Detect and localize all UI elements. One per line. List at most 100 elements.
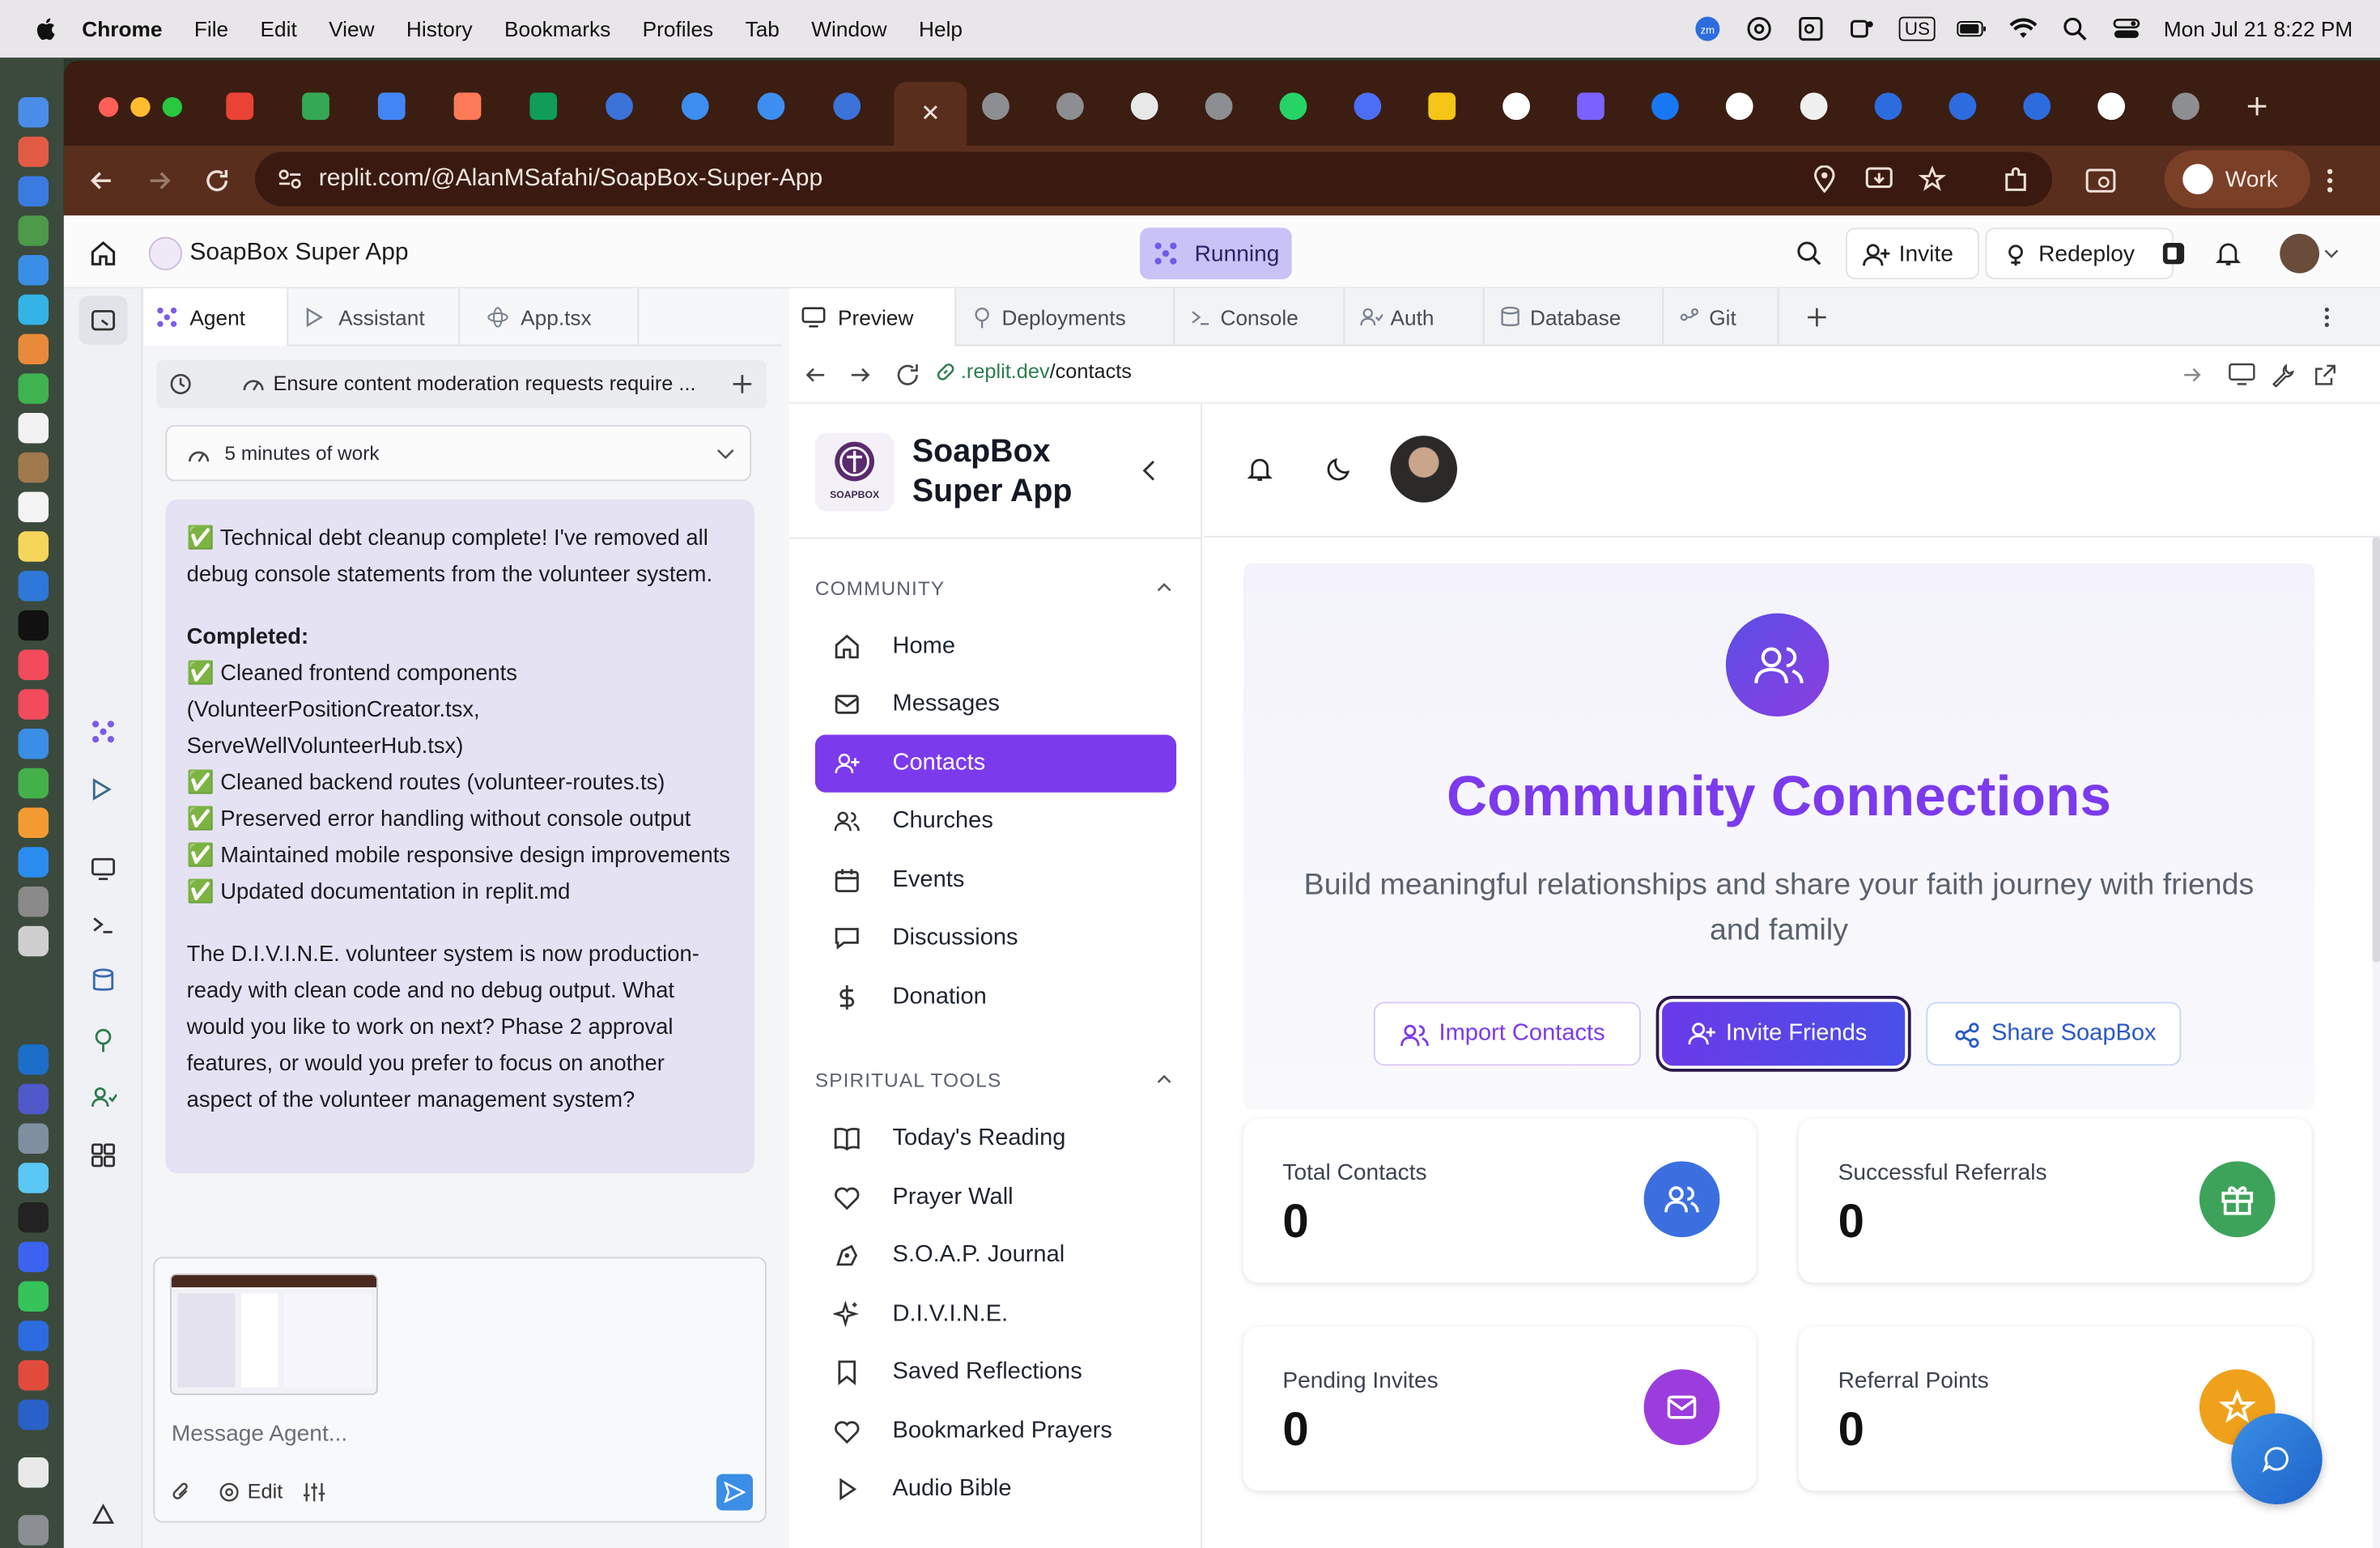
install-app-icon[interactable] — [1864, 165, 1895, 193]
app-tab-icon[interactable] — [1354, 92, 1382, 121]
news-icon[interactable] — [18, 689, 49, 720]
reminders-icon[interactable] — [18, 491, 49, 522]
split-view-icon[interactable] — [2161, 241, 2186, 266]
chat-fab-button[interactable] — [2231, 1413, 2323, 1505]
device-preview-icon[interactable] — [2229, 363, 2256, 387]
sheets-tab-icon[interactable] — [529, 92, 558, 121]
devtools-wrench-icon[interactable] — [2271, 363, 2295, 388]
tab-console[interactable]: Console — [1175, 288, 1345, 347]
apple-tv-icon[interactable] — [18, 610, 49, 641]
nav-events[interactable]: Events — [815, 852, 1176, 909]
project-title[interactable]: SoapBox Super App — [189, 240, 408, 267]
edit-mode-label[interactable]: Edit — [248, 1480, 283, 1503]
preview-app-icon[interactable] — [18, 925, 49, 957]
tab-app-tsx[interactable]: App.tsx — [460, 288, 640, 347]
globe-tab-icon-2[interactable] — [1056, 92, 1084, 121]
nav-donation[interactable]: Donation — [815, 968, 1176, 1026]
dark-mode-moon-icon[interactable] — [1325, 456, 1353, 483]
tab-deployments[interactable]: Deployments — [956, 288, 1175, 347]
globe-tab-icon[interactable] — [982, 92, 1009, 121]
nav-soap-journal[interactable]: S.O.A.P. Journal — [815, 1227, 1176, 1284]
preview-back-icon[interactable] — [805, 364, 826, 385]
coin-tab-icon[interactable] — [1428, 92, 1456, 121]
profile-avatar[interactable] — [1390, 436, 1457, 503]
home-icon[interactable] — [90, 240, 117, 267]
composer-input[interactable]: Message Agent... — [172, 1421, 347, 1447]
facetime-icon[interactable] — [18, 373, 49, 404]
assistant-rail-icon[interactable] — [90, 776, 117, 803]
music-icon[interactable] — [18, 649, 49, 680]
notifications-bell-icon[interactable] — [2215, 240, 2242, 267]
notifications-bell-icon[interactable] — [1246, 456, 1273, 483]
battery-icon[interactable] — [1957, 17, 1988, 41]
tab-database[interactable]: Database — [1485, 288, 1664, 347]
bookmark-star-icon[interactable] — [1919, 165, 1946, 193]
new-chat-icon[interactable] — [730, 372, 754, 396]
nav-discussions[interactable]: Discussions — [815, 909, 1176, 967]
app-store-icon[interactable] — [18, 847, 49, 878]
teams-icon[interactable] — [18, 1083, 49, 1115]
address-bar[interactable]: replit.com/@AlanMSafahi/SoapBox-Super-Ap… — [255, 151, 2052, 206]
preview-forward-icon[interactable] — [850, 364, 871, 385]
forward-icon[interactable] — [146, 167, 173, 194]
nav-messages[interactable]: Messages — [815, 675, 1176, 733]
menu-help[interactable]: Help — [919, 17, 963, 41]
openai-tab-icon[interactable] — [1130, 92, 1158, 121]
zoom-tab-icon-3[interactable] — [2023, 92, 2051, 121]
checkpoint-title[interactable]: Ensure content moderation requests requi… — [274, 372, 696, 394]
zoom-window-button[interactable] — [162, 97, 182, 117]
compass-tab-icon[interactable] — [757, 92, 785, 121]
auth-rail-icon[interactable] — [90, 1084, 117, 1112]
nav-bookmarked-prayers[interactable]: Bookmarked Prayers — [815, 1403, 1176, 1461]
user-avatar[interactable] — [2280, 233, 2319, 274]
send-button[interactable] — [716, 1474, 753, 1511]
gmail-tab-icon[interactable] — [226, 92, 254, 121]
run-status-button[interactable]: Running — [1140, 228, 1292, 279]
invite-button[interactable]: Invite — [1846, 228, 1979, 279]
tab-search-icon[interactable] — [2084, 165, 2117, 196]
invite-friends-button[interactable]: Invite Friends — [1662, 1002, 1906, 1066]
whatsapp-tab-icon[interactable] — [1279, 92, 1307, 121]
settings-sliders-icon[interactable] — [302, 1480, 326, 1504]
photos-icon[interactable] — [18, 334, 49, 364]
documents-icon[interactable] — [18, 1457, 49, 1488]
deployments-rail-icon[interactable] — [90, 1027, 117, 1054]
tab-preview[interactable]: Preview — [789, 288, 957, 347]
tab-agent[interactable]: Agent — [144, 288, 289, 347]
google-tab-icon-3[interactable] — [2097, 92, 2125, 121]
launchpad-icon[interactable] — [18, 136, 49, 168]
site-tab-icon[interactable] — [606, 92, 633, 121]
menu-file[interactable]: File — [194, 17, 228, 41]
work-summary-dropdown[interactable]: 5 minutes of work — [165, 425, 752, 482]
menu-window[interactable]: Window — [811, 17, 886, 41]
calendar-icon[interactable] — [18, 413, 49, 444]
spotlight-search-icon[interactable] — [2060, 17, 2091, 41]
menu-edit[interactable]: Edit — [261, 17, 297, 41]
site-tab-icon-2[interactable] — [833, 92, 861, 121]
all-tools-icon[interactable] — [90, 1142, 117, 1169]
edit-mode-icon[interactable] — [219, 1482, 240, 1503]
github-tab-icon[interactable] — [1800, 92, 1828, 121]
control-center-icon[interactable] — [2112, 17, 2143, 41]
numbers-icon[interactable] — [18, 768, 49, 799]
menu-app-name[interactable]: Chrome — [82, 17, 162, 41]
main-scrollbar-thumb[interactable] — [2372, 537, 2380, 963]
chevron-down-icon[interactable] — [2324, 248, 2340, 260]
teams-menubar-icon[interactable] — [1847, 17, 1878, 41]
maps-icon[interactable] — [18, 215, 49, 246]
freeform-icon[interactable] — [18, 571, 49, 602]
globe-tab-icon-3[interactable] — [1205, 92, 1233, 121]
extensions-icon[interactable] — [2000, 165, 2031, 196]
active-tab[interactable] — [894, 82, 967, 146]
trash-icon[interactable] — [18, 1515, 49, 1546]
zoom-tab-icon-2[interactable] — [1949, 92, 1977, 121]
input-source[interactable]: US — [1898, 16, 1936, 41]
nav-prayer-wall[interactable]: Prayer Wall — [815, 1169, 1176, 1227]
menu-history[interactable]: History — [406, 17, 473, 41]
import-contacts-button[interactable]: Import Contacts — [1373, 1002, 1641, 1066]
wifi-icon[interactable] — [2009, 17, 2040, 41]
search-icon[interactable] — [1796, 240, 1823, 267]
new-tab-icon[interactable] — [2245, 94, 2269, 118]
location-icon[interactable] — [1813, 165, 1837, 194]
gemini-tab-icon[interactable] — [1577, 92, 1604, 121]
